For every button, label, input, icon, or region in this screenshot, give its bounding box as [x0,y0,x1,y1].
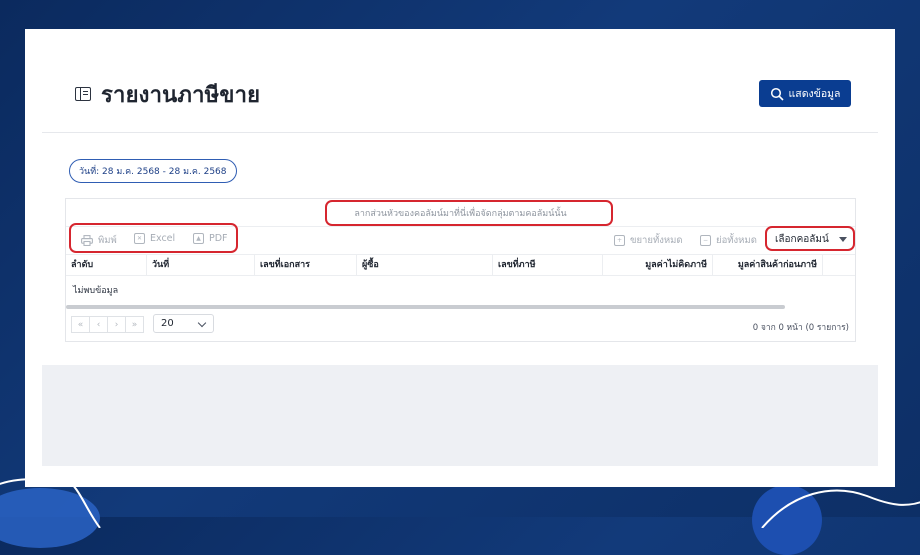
chevron-down-icon [197,318,207,328]
pager-buttons: « ‹ › » [71,316,144,333]
next-page-button[interactable]: › [107,316,126,333]
collapse-all-button[interactable]: − ย่อทั้งหมด [700,233,757,248]
date-range-badge[interactable]: วันที่: 28 ม.ค. 2568 - 28 ม.ค. 2568 [69,159,237,183]
expand-all-label: ขยายทั้งหมด [630,235,683,246]
empty-message: ไม่พบข้อมูล [73,286,119,296]
expand-all-button[interactable]: + ขยายทั้งหมด [614,233,683,248]
column-header-date[interactable]: วันที่ [147,255,255,275]
content-panel [42,365,878,466]
page-info: 0 จาก 0 หน้า (0 รายการ) [752,323,849,333]
header-divider [42,132,878,133]
page-size-value: 20 [161,318,174,329]
group-panel-highlight [325,200,613,226]
column-header-tax-id[interactable]: เลขที่ภาษี [493,255,603,275]
column-header-buyer[interactable]: ผู้ซื้อ [357,255,493,275]
collapse-icon: − [700,235,711,246]
show-data-button[interactable]: แสดงข้อมูล [759,80,851,107]
date-range-text: วันที่: 28 ม.ค. 2568 - 28 ม.ค. 2568 [79,167,227,177]
sidebar-panel-icon [75,87,91,101]
page-header: รายงานภาษีขาย แสดงข้อมูล [25,29,895,133]
column-header-non-taxable[interactable]: มูลค่าไม่คิดภาษี [603,255,713,275]
first-page-button[interactable]: « [71,316,90,333]
last-page-button[interactable]: » [125,316,144,333]
column-header-seq[interactable]: ลำดับ [66,255,147,275]
data-grid: ลากส่วนหัวของคอลัมน์มาที่นี่เพื่อจัดกลุ่… [65,198,856,342]
report-card: รายงานภาษีขาย แสดงข้อมูล วันที่: 28 ม.ค.… [25,29,895,487]
column-header-pre-tax-value[interactable]: มูลค่าสินค้าก่อนภาษี [713,255,823,275]
prev-page-button[interactable]: ‹ [89,316,108,333]
export-buttons-highlight [69,223,238,253]
table-header: ลำดับ วันที่ เลขที่เอกสาร ผู้ซื้อ เลขที่… [66,254,855,276]
column-chooser-highlight [765,226,855,251]
column-header-doc-no[interactable]: เลขที่เอกสาร [255,255,357,275]
search-icon [770,87,784,101]
horizontal-scrollbar[interactable] [66,305,785,309]
page-title: รายงานภาษีขาย [101,83,261,108]
show-data-label: แสดงข้อมูล [788,88,841,100]
grid-toolbar: พิมพ์ ✕ Excel ▲ PDF + ขยายทั้งหมด − ย่อท… [66,223,855,254]
collapse-all-label: ย่อทั้งหมด [716,235,757,246]
page-size-select[interactable]: 20 [153,314,214,333]
expand-icon: + [614,235,625,246]
